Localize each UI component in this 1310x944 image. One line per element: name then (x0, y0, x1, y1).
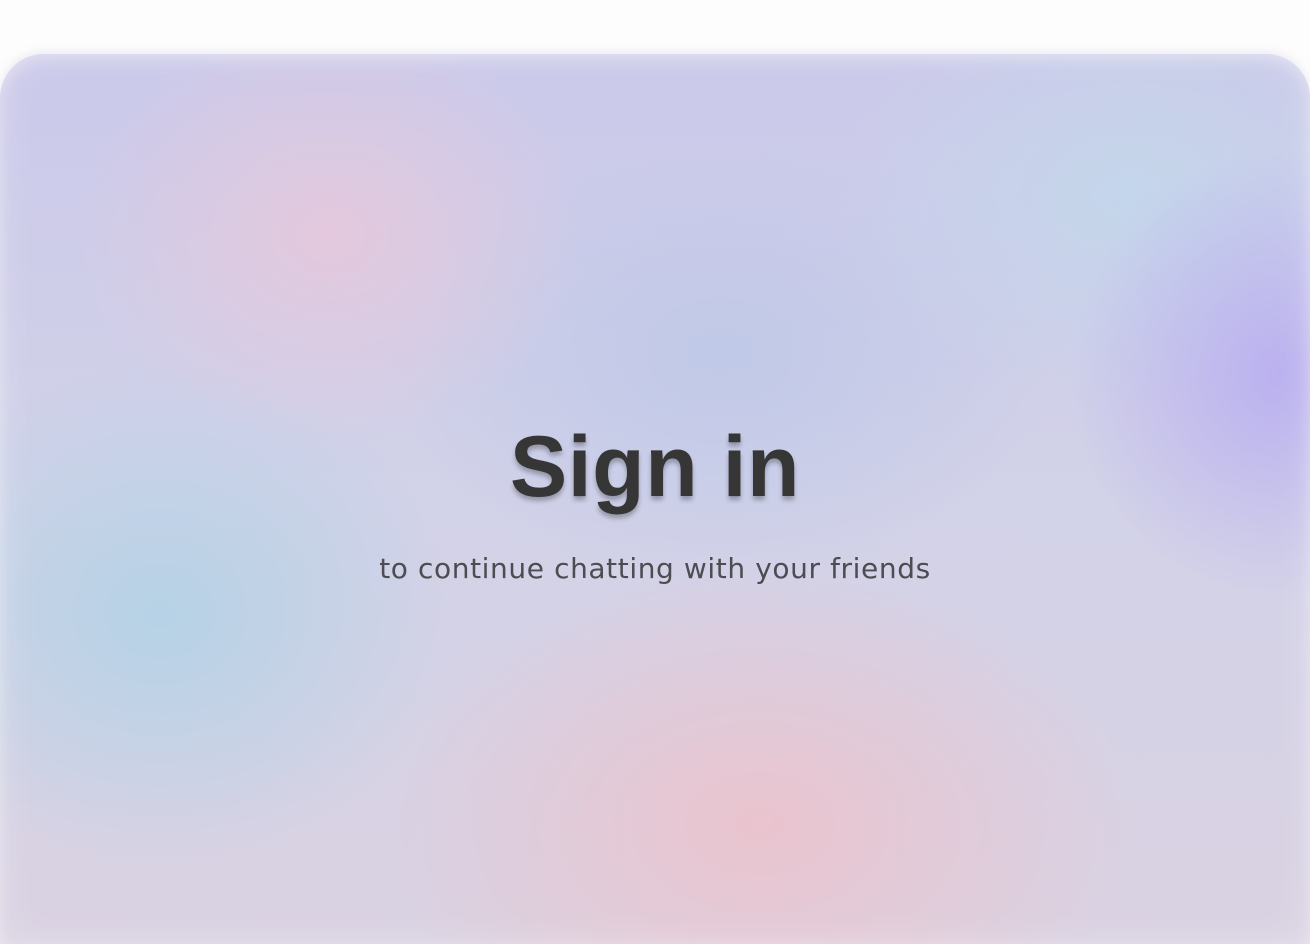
sign-in-subtitle: to continue chatting with your friends (379, 552, 931, 585)
sign-in-title: Sign in (509, 419, 801, 515)
page-top-background (0, 0, 1310, 54)
sign-in-card: Sign in to continue chatting with your f… (0, 54, 1310, 944)
